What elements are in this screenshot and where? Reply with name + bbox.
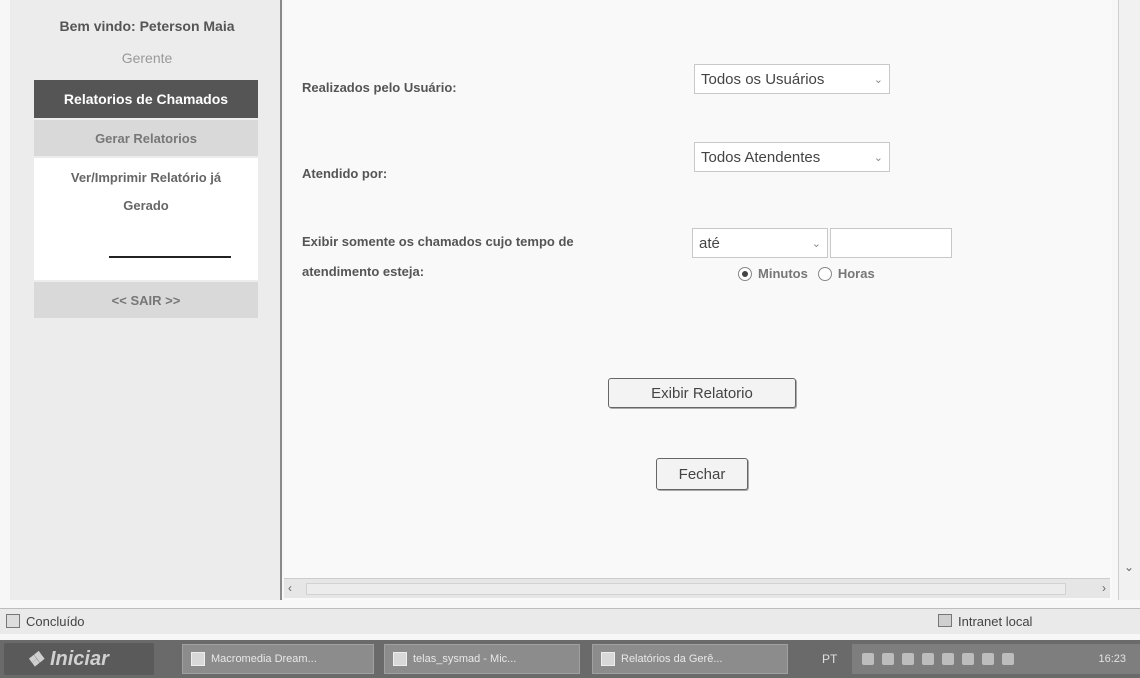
clock: 16:23 [1098, 653, 1126, 665]
time-unit-group: Minutos Horas [738, 266, 875, 281]
report-form: Realizados pelo Usuário: Todos os Usuári… [284, 0, 1112, 600]
welcome-text: Bem vindo: Peterson Maia [59, 18, 235, 34]
time-operator-value: até [699, 234, 720, 252]
taskbar-item-label: telas_sysmad - Mic... [413, 653, 517, 665]
page-done-icon [6, 614, 20, 628]
dreamweaver-icon [191, 652, 205, 666]
user-select[interactable]: Todos os Usuários ⌄ [694, 64, 890, 94]
hours-label: Horas [837, 266, 875, 281]
taskbar: ❖ Iniciar Macromedia Dream... telas_sysm… [0, 640, 1140, 678]
attendant-filter-label: Atendido por: [302, 166, 388, 181]
chevron-down-icon: ⌄ [873, 74, 883, 86]
word-icon [393, 652, 407, 666]
browser-window: Bem vindo: Peterson Maia Gerente Relator… [0, 0, 1140, 678]
tray-icon[interactable] [862, 653, 874, 665]
radio-selected-dot [742, 270, 748, 277]
scroll-left-icon[interactable]: ‹ [288, 581, 292, 595]
attendant-select[interactable]: Todos Atendentes ⌄ [694, 142, 890, 172]
tray-icon[interactable] [882, 653, 894, 665]
scrollbar-thumb[interactable] [306, 583, 1066, 595]
time-filter-label-line2: atendimento esteja: [302, 264, 425, 279]
horizontal-scrollbar[interactable]: ‹ › [284, 578, 1110, 598]
scroll-right-icon[interactable]: › [1102, 581, 1106, 595]
tray-icon[interactable] [902, 653, 914, 665]
tray-icon[interactable] [1002, 653, 1014, 665]
chevron-down-icon: ⌄ [811, 238, 821, 250]
hours-radio[interactable] [817, 266, 832, 281]
time-filter-label-line1: Exibir somente os chamados cujo tempo de [302, 234, 574, 249]
scroll-down-icon[interactable]: ⌄ [1124, 560, 1134, 574]
tray-icon[interactable] [922, 653, 934, 665]
close-button[interactable]: Fechar [656, 458, 748, 490]
taskbar-item-label: Macromedia Dream... [211, 653, 317, 665]
sidebar: Bem vindo: Peterson Maia Gerente Relator… [10, 0, 282, 600]
browser-page-icon [601, 652, 615, 666]
system-tray: 16:23 [852, 644, 1140, 674]
taskbar-item-word[interactable]: telas_sysmad - Mic... [384, 644, 580, 674]
taskbar-item-browser[interactable]: Relatórios da Gerê... [592, 644, 788, 674]
user-select-value: Todos os Usuários [701, 70, 825, 88]
minutes-label: Minutos [758, 266, 808, 281]
generate-reports-link[interactable]: Gerar Relatorios [34, 120, 258, 156]
start-button[interactable]: ❖ Iniciar [4, 643, 154, 675]
taskbar-item-label: Relatórios da Gerê... [621, 653, 723, 665]
status-text: Concluído [26, 614, 85, 629]
taskbar-item-dreamweaver[interactable]: Macromedia Dream... [182, 644, 374, 674]
user-role: Gerente [121, 50, 173, 66]
start-label: Iniciar [49, 647, 109, 670]
vertical-scrollbar[interactable]: ⌄ [1118, 0, 1140, 600]
intranet-zone-icon [938, 614, 952, 627]
menu-header: Relatorios de Chamados [34, 80, 258, 118]
language-indicator[interactable]: PT [822, 652, 837, 666]
tray-icon[interactable] [942, 653, 954, 665]
user-filter-label: Realizados pelo Usuário: [302, 80, 457, 95]
attendant-select-value: Todos Atendentes [701, 148, 821, 166]
tray-icon[interactable] [982, 653, 994, 665]
show-report-button[interactable]: Exibir Relatorio [608, 378, 796, 408]
view-print-report-line1: Ver/Imprimir Relatório já [70, 170, 222, 185]
sidebar-divider-box [34, 232, 258, 280]
tray-icon[interactable] [962, 653, 974, 665]
logout-link[interactable]: << SAIR >> [34, 282, 258, 318]
chevron-down-icon: ⌄ [873, 152, 883, 164]
view-print-report-line2: Gerado [123, 198, 169, 213]
view-print-report-link[interactable]: Ver/Imprimir Relatório já Gerado [34, 158, 258, 232]
windows-logo-icon: ❖ [26, 648, 44, 671]
security-zone-text: Intranet local [958, 614, 1033, 629]
status-bar: Concluído Intranet local [0, 608, 1140, 634]
minutes-radio[interactable] [738, 266, 752, 281]
time-operator-select[interactable]: até ⌄ [692, 228, 828, 258]
sidebar-divider [109, 256, 231, 258]
time-value-input[interactable] [830, 228, 952, 258]
